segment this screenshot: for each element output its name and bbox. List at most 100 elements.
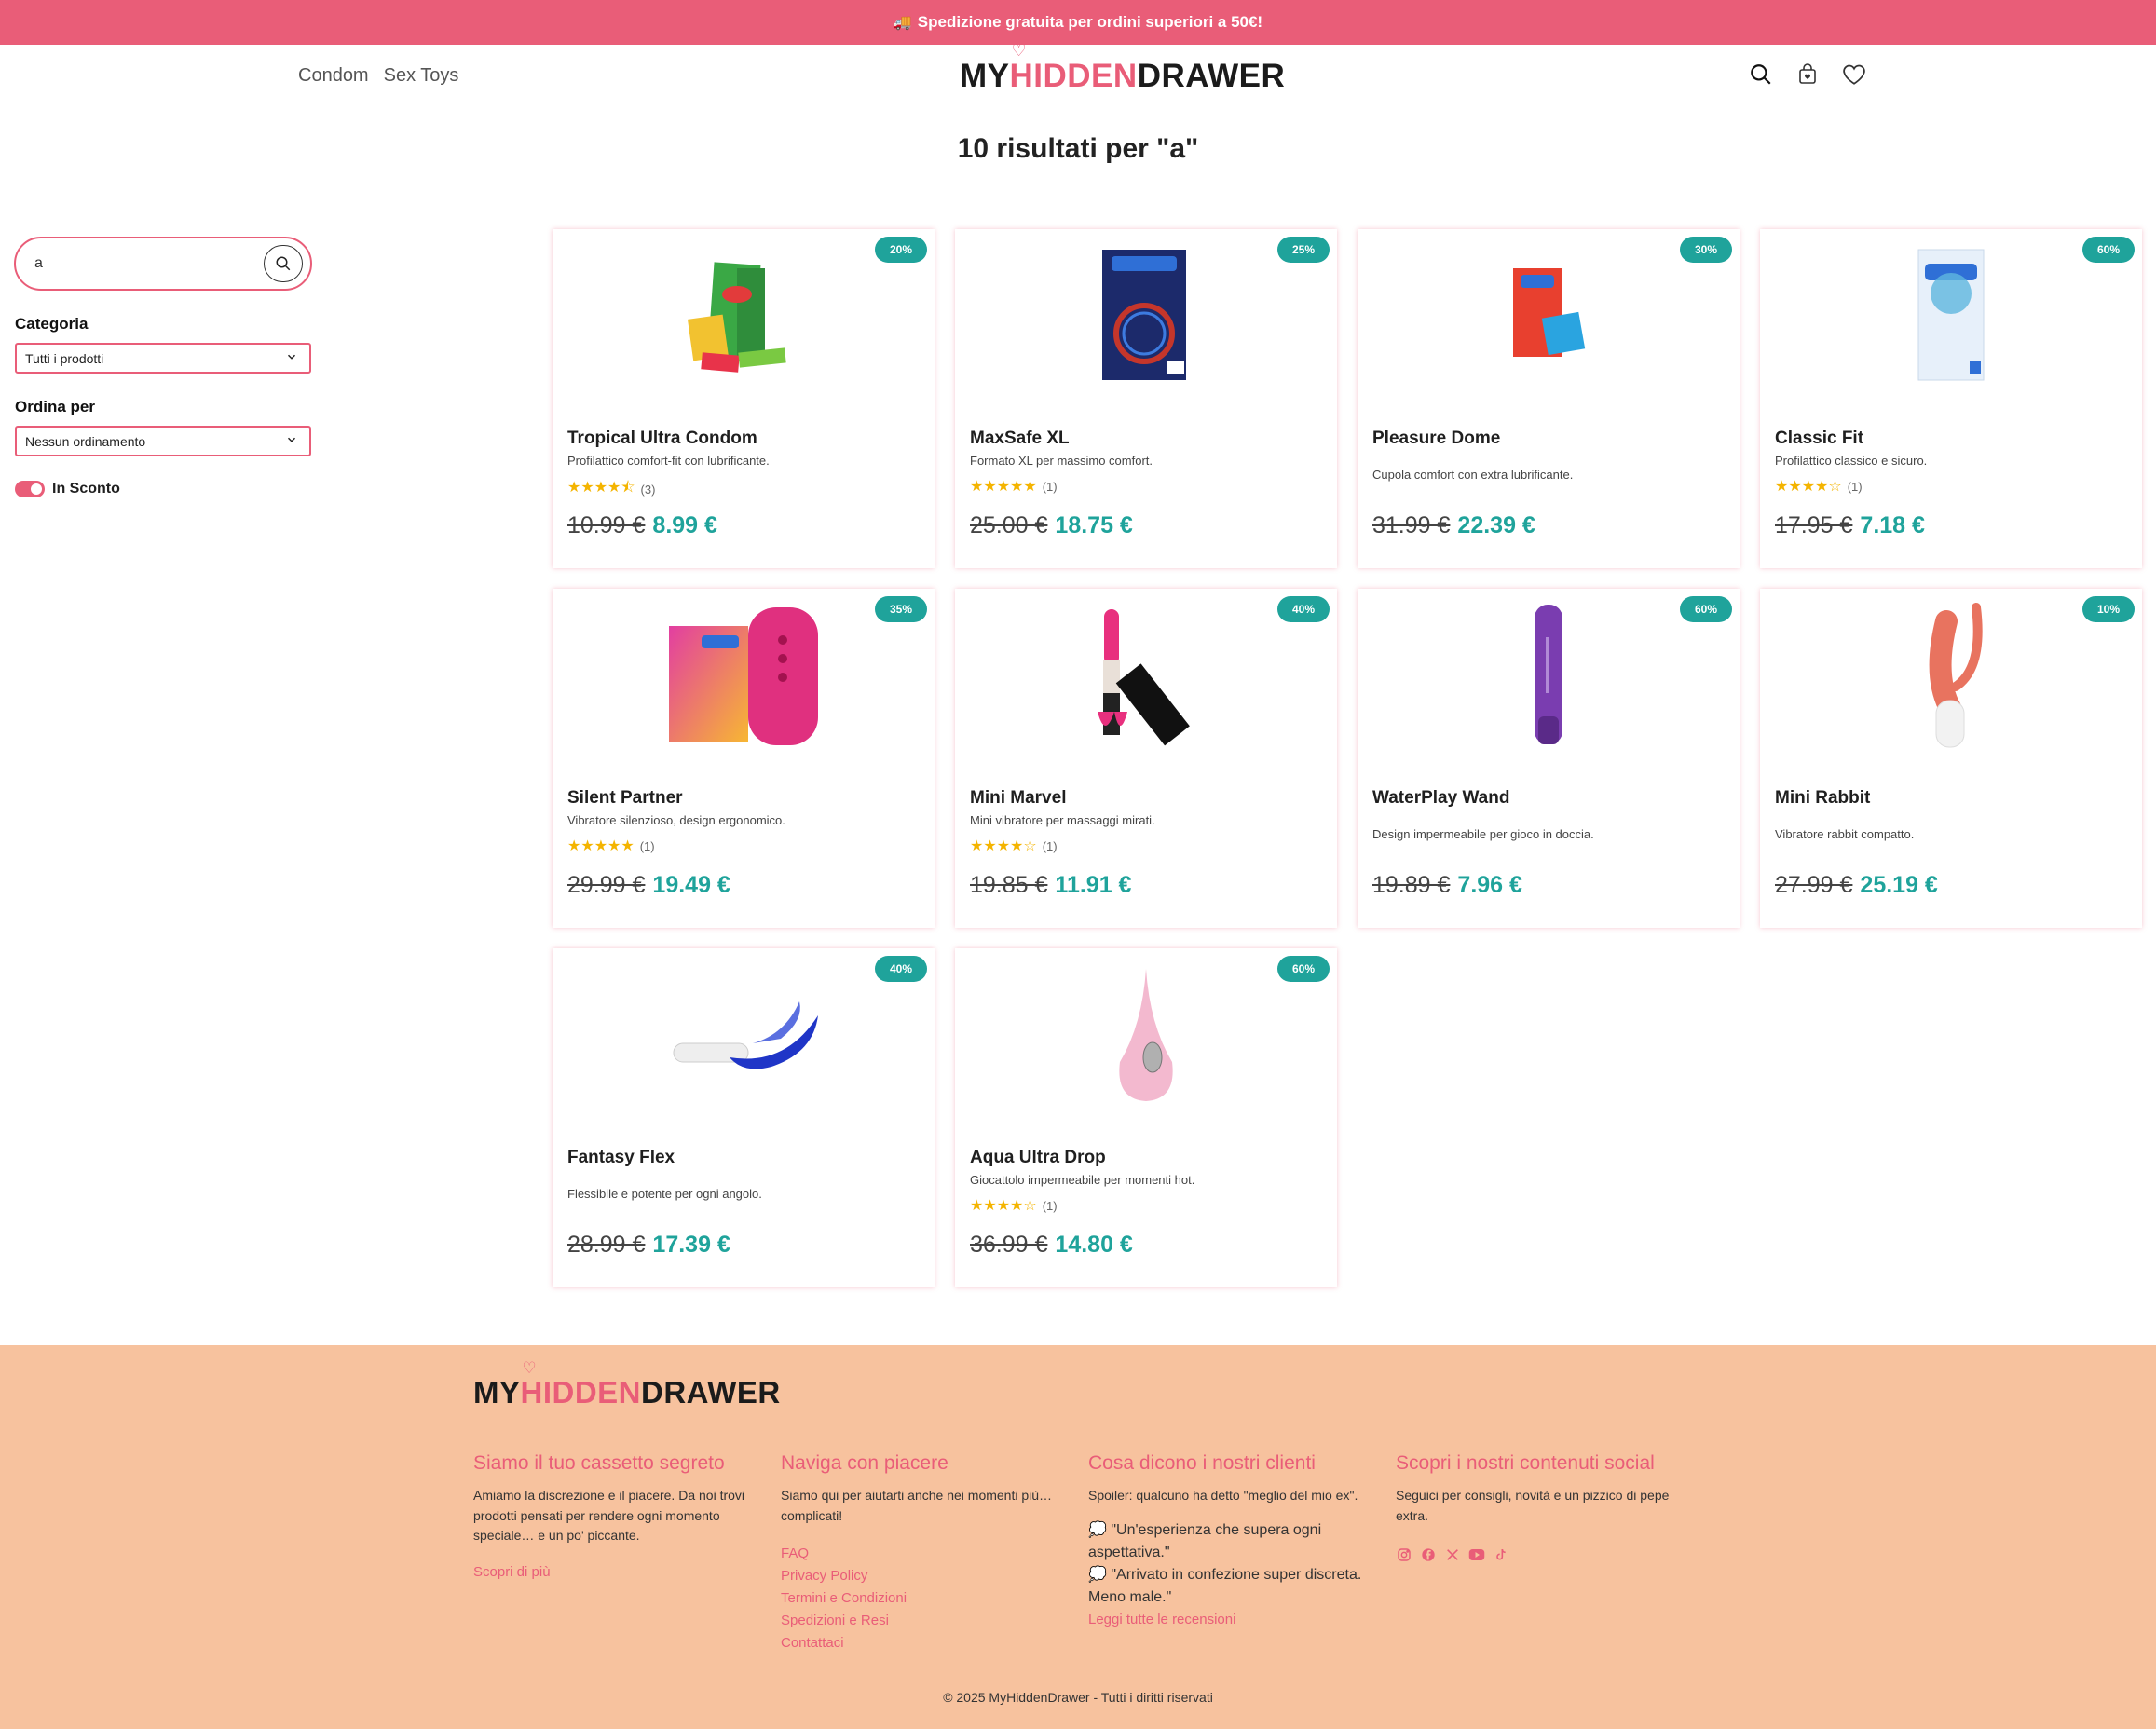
nav-condom[interactable]: Condom xyxy=(298,65,369,87)
heart-icon[interactable] xyxy=(1841,61,1867,88)
product-card[interactable]: 35% Silent Partner Vibratore silenzioso,… xyxy=(553,589,935,928)
social-links xyxy=(1396,1546,1675,1563)
product-card[interactable]: 20% Tropical Ultra Condom Profilattico c… xyxy=(553,229,935,568)
product-name: Mini Rabbit xyxy=(1775,788,1871,808)
product-card[interactable]: 40% Mini Marvel Mini vibratore per massa… xyxy=(955,589,1337,928)
search-field xyxy=(14,237,312,291)
product-card[interactable]: 60% Classic Fit Profilattico classico e … xyxy=(1760,229,2142,568)
product-image xyxy=(1760,600,2142,749)
sale-price: 17.39 € xyxy=(652,1232,730,1258)
review-count: (1) xyxy=(1042,479,1058,494)
logo-part-drawer: DRAWER xyxy=(1137,58,1286,94)
star-icon: ★★★★☆ xyxy=(970,838,1037,854)
product-description: Giocattolo impermeabile per momenti hot. xyxy=(970,1173,1195,1187)
logo-part-hidden: ♡ HIDDEN xyxy=(520,1359,642,1410)
footer-col-nav: Naviga con piacere Siamo qui per aiutart… xyxy=(781,1452,1060,1654)
rating-stars: ★★★★⯪ (3) xyxy=(567,477,655,502)
facebook-icon[interactable] xyxy=(1420,1546,1437,1563)
old-price: 17.95 € xyxy=(1775,512,1853,538)
instagram-icon[interactable] xyxy=(1396,1546,1412,1563)
product-name: Classic Fit xyxy=(1775,429,1864,448)
sort-select[interactable]: Nessun ordinamento xyxy=(15,426,311,456)
footer-link-faq[interactable]: FAQ xyxy=(781,1543,1060,1565)
footer-link-shipping[interactable]: Spedizioni e Resi xyxy=(781,1610,1060,1632)
sale-price: 18.75 € xyxy=(1055,512,1133,538)
search-input[interactable] xyxy=(34,252,249,275)
footer-col-about: Siamo il tuo cassetto segreto Amiamo la … xyxy=(473,1452,753,1584)
product-card[interactable]: 40% Fantasy Flex Flessibile e potente pe… xyxy=(553,948,935,1287)
product-card[interactable]: 25% MaxSafe XL Formato XL per massimo co… xyxy=(955,229,1337,568)
product-image xyxy=(553,240,935,389)
main-nav: Condom Sex Toys xyxy=(298,65,458,87)
sale-price: 11.91 € xyxy=(1055,872,1132,898)
star-icon: ★★★★☆ xyxy=(970,1198,1037,1214)
rating-stars: ★★★★★ (1) xyxy=(567,837,655,855)
rating-stars: ★★★★☆ (1) xyxy=(1775,477,1863,496)
logo-part-hidden: ♡ HIDDEN xyxy=(1009,41,1138,95)
search-icon[interactable] xyxy=(1748,61,1774,88)
rating-stars: ★★★★☆ (1) xyxy=(970,837,1058,855)
product-image xyxy=(1358,240,1740,389)
footer-logo[interactable]: MY ♡ HIDDEN DRAWER xyxy=(473,1359,781,1410)
star-icon: ★★★★⯪ xyxy=(567,480,635,496)
product-image xyxy=(955,240,1337,389)
footer-col-title: Naviga con piacere xyxy=(781,1452,948,1474)
product-card[interactable]: 60% Aqua Ultra Drop Giocattolo impermeab… xyxy=(955,948,1337,1287)
product-description: Vibratore rabbit compatto. xyxy=(1775,827,1915,841)
product-image xyxy=(1358,600,1740,749)
discount-toggle[interactable] xyxy=(15,481,45,497)
nav-sex-toys[interactable]: Sex Toys xyxy=(384,65,459,87)
category-select[interactable]: Tutti i prodotti xyxy=(15,343,311,374)
review-quote: 💭 "Un'esperienza che supera ogni aspetta… xyxy=(1088,1521,1322,1560)
category-label: Categoria xyxy=(15,315,89,333)
product-image xyxy=(1760,240,2142,389)
price: 31.99 €22.39 € xyxy=(1372,512,1535,539)
product-description: Vibratore silenzioso, design ergonomico. xyxy=(567,813,785,827)
x-icon[interactable] xyxy=(1444,1546,1461,1563)
star-icon: ★★★★☆ xyxy=(1775,479,1842,495)
results-title: 10 risultati per "a" xyxy=(957,133,1199,164)
footer-link-terms[interactable]: Termini e Condizioni xyxy=(781,1587,1060,1610)
review-count: (3) xyxy=(640,483,656,497)
logo-part-hidden-text: HIDDEN xyxy=(1009,58,1138,94)
truck-icon: 🚚 xyxy=(893,15,912,31)
product-name: Fantasy Flex xyxy=(567,1148,675,1167)
price: 29.99 €19.49 € xyxy=(567,872,730,899)
star-icon: ★★★★★ xyxy=(567,838,635,854)
product-card[interactable]: 30% Pleasure Dome Cupola comfort con ext… xyxy=(1358,229,1740,568)
product-image xyxy=(553,960,935,1109)
footer-links: FAQ Privacy Policy Termini e Condizioni … xyxy=(781,1543,1060,1654)
product-description: Profilattico classico e sicuro. xyxy=(1775,454,1928,468)
product-description: Formato XL per massimo comfort. xyxy=(970,454,1153,468)
product-description: Design impermeabile per gioco in doccia. xyxy=(1372,827,1594,841)
price: 10.99 €8.99 € xyxy=(567,512,717,539)
price: 19.89 €7.96 € xyxy=(1372,872,1522,899)
discount-label: In Sconto xyxy=(52,481,120,497)
old-price: 29.99 € xyxy=(567,872,646,898)
discover-more-link[interactable]: Scopri di più xyxy=(473,1561,753,1584)
promo-text: Spedizione gratuita per ordini superiori… xyxy=(917,13,1263,31)
bag-icon[interactable] xyxy=(1794,61,1821,88)
logo-part-my: MY xyxy=(960,58,1010,94)
rating-stars: ★★★★☆ (1) xyxy=(970,1196,1058,1215)
price: 19.85 € 11.91 € xyxy=(970,872,1131,899)
price: 17.95 € 7.18 € xyxy=(1775,512,1925,539)
price: 27.99 € 25.19 € xyxy=(1775,872,1938,899)
logo-part-hidden-text: HIDDEN xyxy=(520,1375,642,1409)
footer-link-contact[interactable]: Contattaci xyxy=(781,1632,1060,1654)
site-footer: MY ♡ HIDDEN DRAWER Siamo il tuo cassetto … xyxy=(0,1345,2156,1729)
product-card[interactable]: 10% Mini Rabbit Vibratore rabbit compatt… xyxy=(1760,589,2142,928)
footer-link-privacy[interactable]: Privacy Policy xyxy=(781,1565,1060,1587)
footer-col-text: Spoiler: qualcuno ha detto "meglio del m… xyxy=(1088,1488,1358,1503)
product-name: Mini Marvel xyxy=(970,788,1067,808)
review-quote: 💭 "Arrivato in confezione super discreta… xyxy=(1088,1566,1362,1605)
tiktok-icon[interactable] xyxy=(1493,1546,1509,1563)
read-reviews-link[interactable]: Leggi tutte le recensioni xyxy=(1088,1609,1368,1631)
product-name: Aqua Ultra Drop xyxy=(970,1148,1106,1167)
youtube-icon[interactable] xyxy=(1468,1546,1485,1563)
logo-part-drawer: DRAWER xyxy=(641,1375,781,1409)
search-submit-button[interactable] xyxy=(264,245,303,282)
product-name: Pleasure Dome xyxy=(1372,429,1501,448)
product-card[interactable]: 60% WaterPlay Wand Design impermeabile p… xyxy=(1358,589,1740,928)
site-logo[interactable]: MY ♡ HIDDEN DRAWER xyxy=(960,41,1286,95)
